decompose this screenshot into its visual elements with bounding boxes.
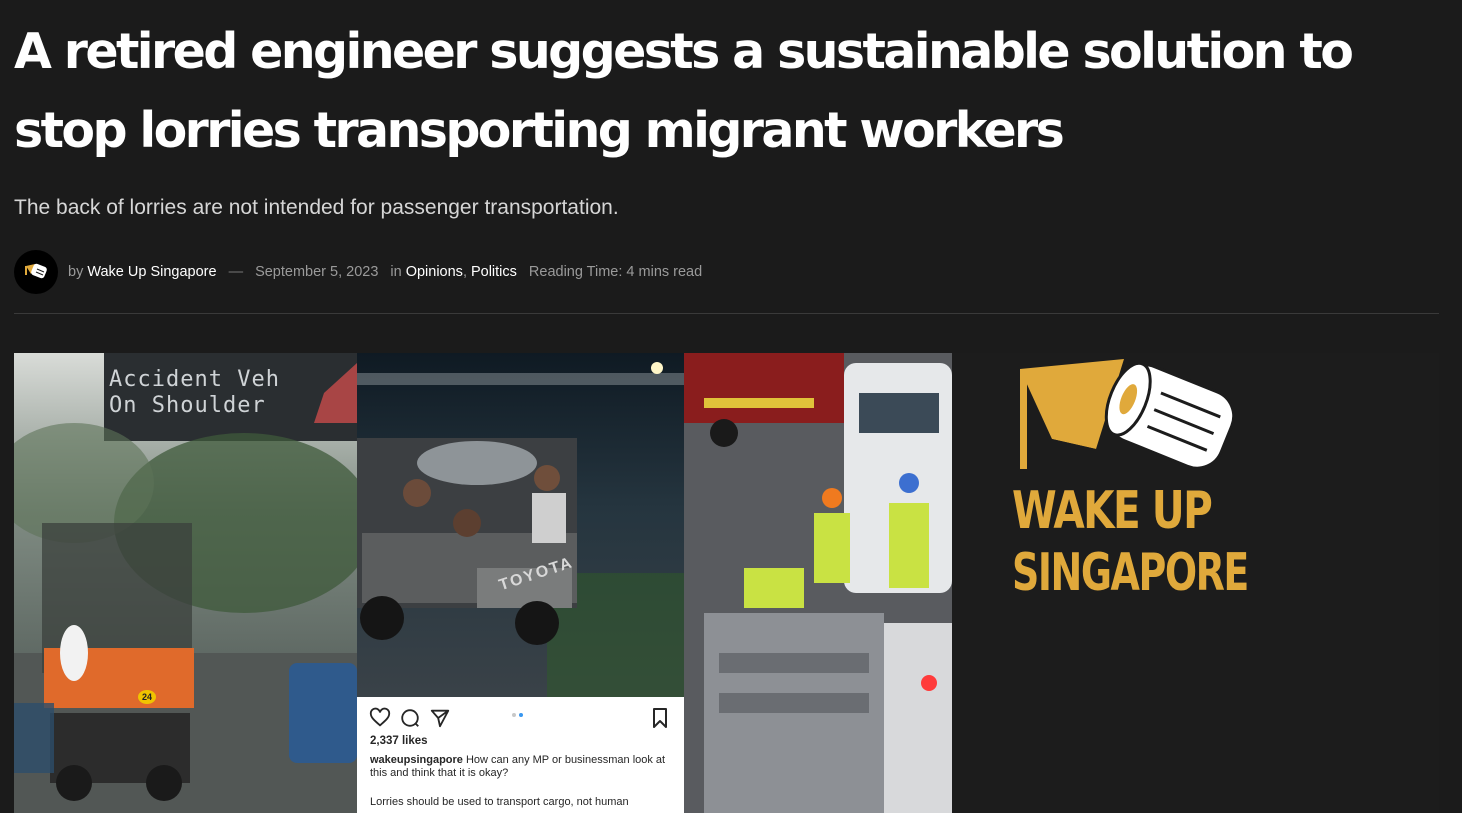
meta-divider [14, 313, 1439, 314]
article-page: A retired engineer suggests a sustainabl… [0, 0, 1462, 813]
road-sign-line-2: On Shoulder [109, 393, 266, 418]
post-caption: wakeupsingapore How can any MP or busine… [370, 754, 670, 780]
category-comma: , [462, 264, 467, 280]
meta-separator: — [228, 264, 244, 280]
comment-bubble-icon[interactable] [399, 707, 421, 734]
bookmark-icon[interactable] [650, 707, 670, 734]
likes-count: 2,337 likes [370, 735, 428, 747]
logo-text-singapore: SINGAPORE [1012, 543, 1249, 603]
by-label: by [68, 264, 84, 280]
category-link-opinions[interactable]: Opinions [406, 264, 463, 280]
reading-time: Reading Time: 4 mins read [528, 264, 703, 280]
article-meta: by Wake Up Singapore — September 5, 2023… [14, 250, 702, 294]
in-label: in [390, 264, 402, 280]
lorry-badge: 24 [138, 690, 156, 704]
photo-accident-scene [684, 353, 952, 813]
instagram-footer: 2,337 likes wakeupsingapore How can any … [357, 697, 684, 813]
carousel-dots [512, 713, 523, 717]
wake-up-singapore-logo: WAKE UP SINGAPORE [1012, 353, 1272, 613]
logo-text-wake-up: WAKE UP [1012, 481, 1213, 541]
author-avatar[interactable] [14, 250, 58, 294]
post-username[interactable]: wakeupsingapore [370, 754, 463, 766]
featured-image: Accident Veh On Shoulder 24 TOYOTA 2,337… [14, 353, 1439, 813]
publish-date: September 5, 2023 [255, 264, 379, 280]
photo-lorry-in-rain: Accident Veh On Shoulder 24 [14, 353, 357, 813]
instagram-post: TOYOTA 2,337 likes wakeupsingapore How c… [357, 353, 684, 813]
category-link-politics[interactable]: Politics [471, 264, 517, 280]
megaphone-logo-icon [1020, 359, 1236, 477]
author-link[interactable]: Wake Up Singapore [87, 264, 216, 280]
article-title: A retired engineer suggests a sustainabl… [14, 23, 1354, 159]
road-sign-line-1: Accident Veh [109, 367, 280, 392]
article-subtitle: The back of lorries are not intended for… [14, 196, 619, 219]
like-heart-icon[interactable] [369, 707, 391, 734]
caption-text-line-2: Lorries should be used to transport carg… [370, 796, 629, 808]
share-send-icon[interactable] [429, 707, 451, 734]
wake-up-singapore-avatar-icon [25, 263, 47, 279]
road-sign-text: Accident Veh On Shoulder [109, 367, 280, 419]
